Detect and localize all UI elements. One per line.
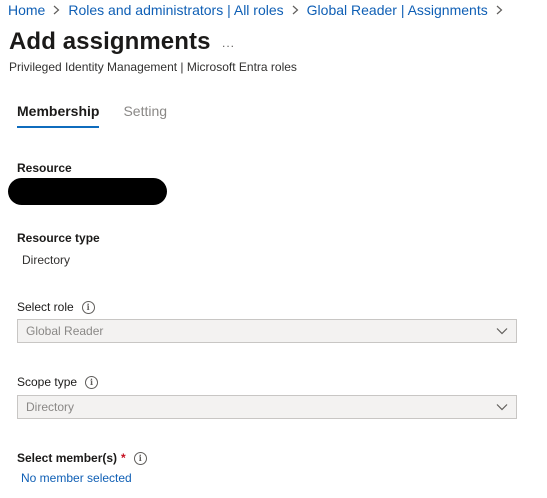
chevron-down-icon xyxy=(496,327,508,335)
resource-label: Resource xyxy=(17,161,72,175)
resource-type-label-text: Resource type xyxy=(17,231,100,245)
chevron-right-icon xyxy=(292,5,299,15)
tab-membership[interactable]: Membership xyxy=(17,103,100,128)
tab-setting[interactable]: Setting xyxy=(123,103,167,128)
chevron-down-icon xyxy=(496,403,508,411)
select-role-label: Select role i xyxy=(17,300,95,314)
select-role-value: Global Reader xyxy=(26,324,104,338)
select-members-link[interactable]: No member selected xyxy=(21,471,132,485)
scope-type-dropdown[interactable]: Directory xyxy=(17,395,517,419)
page-subtitle: Privileged Identity Management | Microso… xyxy=(9,60,297,74)
select-members-label: Select member(s) * i xyxy=(17,451,147,465)
breadcrumb-global-reader-assignments[interactable]: Global Reader | Assignments xyxy=(307,2,488,18)
chevron-right-icon xyxy=(496,5,503,15)
required-marker: * xyxy=(121,451,126,465)
scope-type-value: Directory xyxy=(26,400,75,414)
info-icon[interactable]: i xyxy=(85,375,99,389)
select-members-label-text: Select member(s) xyxy=(17,451,118,465)
redacted-resource-value xyxy=(8,178,167,205)
breadcrumb-roles-and-administrators[interactable]: Roles and administrators | All roles xyxy=(68,2,283,18)
scope-type-label: Scope type i xyxy=(17,375,99,389)
resource-type-label: Resource type xyxy=(17,231,100,245)
select-role-label-text: Select role xyxy=(17,300,74,314)
breadcrumb-home[interactable]: Home xyxy=(8,2,45,18)
breadcrumb: Home Roles and administrators | All role… xyxy=(8,0,511,20)
more-options-icon[interactable]: ... xyxy=(222,36,235,50)
info-icon[interactable]: i xyxy=(81,300,95,314)
select-role-dropdown[interactable]: Global Reader xyxy=(17,319,517,343)
page-title: Add assignments xyxy=(9,28,211,55)
tab-bar: Membership Setting xyxy=(17,103,191,128)
resource-label-text: Resource xyxy=(17,161,72,175)
resource-type-value: Directory xyxy=(22,253,71,267)
chevron-right-icon xyxy=(53,5,60,15)
scope-type-label-text: Scope type xyxy=(17,375,78,389)
info-icon[interactable]: i xyxy=(133,451,147,465)
